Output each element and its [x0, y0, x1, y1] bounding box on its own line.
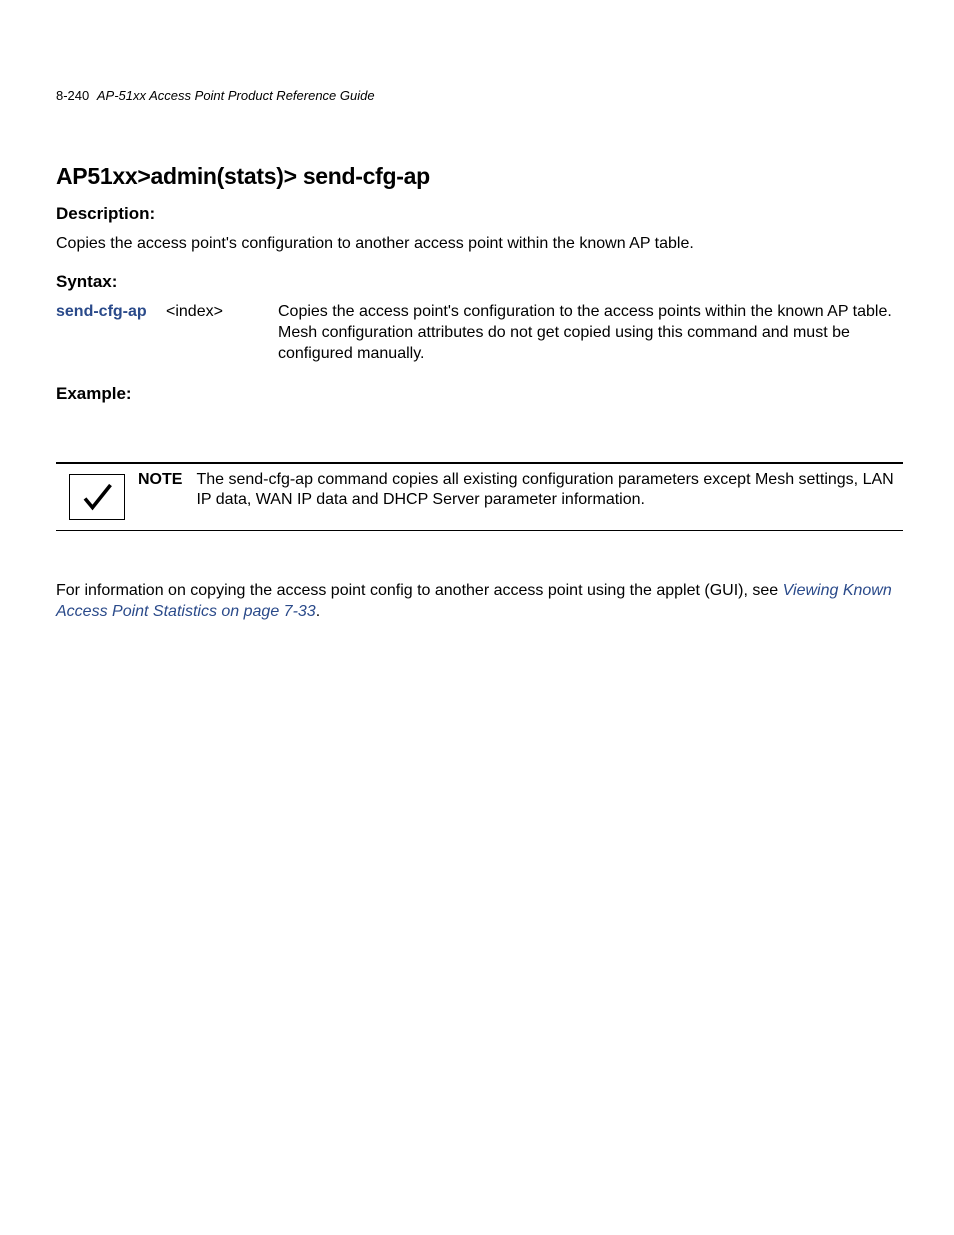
note-text: The send-cfg-ap command copies all exist…	[196, 470, 903, 510]
description-heading: Description:	[56, 204, 903, 224]
running-header: 8-240 AP-51xx Access Point Product Refer…	[56, 88, 903, 103]
command-title: AP51xx>admin(stats)> send-cfg-ap	[56, 163, 903, 190]
cross-reference: For information on copying the access po…	[56, 581, 903, 623]
syntax-command: send-cfg-ap	[56, 302, 166, 364]
document-title: AP-51xx Access Point Product Reference G…	[97, 88, 375, 103]
page-number: 8-240	[56, 88, 89, 103]
syntax-description: Copies the access point's configuration …	[278, 302, 903, 364]
syntax-row: send-cfg-ap <index> Copies the access po…	[56, 302, 903, 364]
note-content: NOTE The send-cfg-ap command copies all …	[138, 468, 903, 510]
note-label: NOTE	[138, 470, 182, 510]
checkmark-icon	[69, 474, 125, 520]
crossref-suffix: .	[316, 603, 320, 620]
example-heading: Example:	[56, 384, 903, 404]
note-icon-wrap	[56, 468, 138, 520]
syntax-heading: Syntax:	[56, 272, 903, 292]
syntax-argument: <index>	[166, 302, 278, 364]
crossref-prefix: For information on copying the access po…	[56, 582, 783, 599]
note-block: NOTE The send-cfg-ap command copies all …	[56, 462, 903, 531]
document-page: 8-240 AP-51xx Access Point Product Refer…	[0, 0, 954, 623]
description-body: Copies the access point's configuration …	[56, 234, 903, 254]
